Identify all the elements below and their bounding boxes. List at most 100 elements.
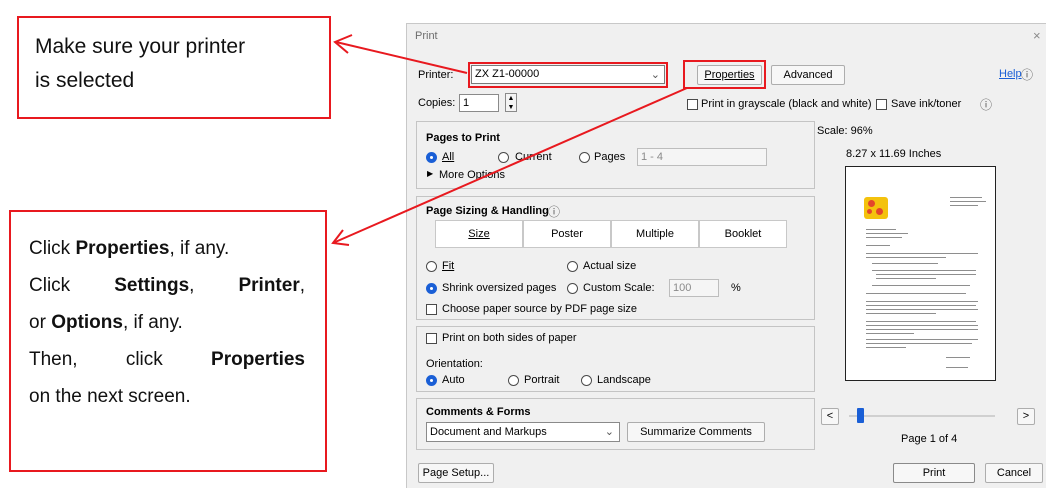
- pages-range-radio[interactable]: [579, 152, 590, 163]
- custom-scale-value: 100: [673, 282, 692, 294]
- page-indicator: Page 1 of 4: [901, 433, 958, 445]
- page-slider-track[interactable]: [849, 415, 995, 417]
- callout-emphasis-group: Settings,: [114, 267, 194, 304]
- copies-input-value: 1: [463, 97, 470, 109]
- duplex-panel: Print on both sides of paper Orientation…: [416, 326, 815, 392]
- tab-poster-label: Poster: [551, 228, 583, 240]
- more-options-toggle[interactable]: More Options: [439, 169, 505, 181]
- copies-input[interactable]: 1: [459, 94, 499, 112]
- orientation-auto-radio[interactable]: [426, 375, 437, 386]
- pages-range-value: 1 - 4: [641, 151, 664, 163]
- pages-current-label: Current: [515, 151, 552, 163]
- summarize-comments-label: Summarize Comments: [640, 426, 752, 438]
- advanced-button[interactable]: Advanced: [771, 65, 845, 85]
- pages-range-label: Pages: [594, 151, 626, 163]
- custom-scale-input[interactable]: 100: [669, 279, 719, 297]
- both-sides-label: Print on both sides of paper: [442, 332, 577, 344]
- arrowhead-icon: [333, 34, 353, 54]
- pages-all-radio[interactable]: [426, 152, 437, 163]
- paper-source-label: Choose paper source by PDF page size: [442, 303, 638, 315]
- shrink-radio[interactable]: [426, 283, 437, 294]
- pages-to-print-title: Pages to Print: [426, 132, 500, 144]
- paper-source-checkbox[interactable]: [426, 304, 437, 315]
- percent-label: %: [731, 282, 741, 294]
- pages-range-input[interactable]: 1 - 4: [637, 148, 767, 166]
- page-sizing-title: Page Sizing & Handling: [426, 205, 549, 217]
- preview-paper-size: 8.27 x 11.69 Inches: [846, 148, 942, 160]
- orientation-landscape-radio[interactable]: [581, 375, 592, 386]
- callout-text-line: on the next screen.: [29, 386, 191, 407]
- grayscale-label: Print in grayscale (black and white): [701, 98, 872, 110]
- printer-highlight-box: [468, 62, 668, 88]
- comments-select[interactable]: Document and Markups ⌄: [426, 422, 620, 442]
- pages-all-label: All: [442, 151, 455, 163]
- callout-text-line: Click Settings, Printer,: [29, 267, 315, 304]
- callout-text: , if any.: [169, 238, 230, 259]
- advanced-button-label: Advanced: [783, 69, 833, 81]
- callout-text-line: Make sure your printer: [35, 35, 246, 58]
- tab-poster[interactable]: Poster: [523, 220, 611, 248]
- printer-label: Printer:: [418, 69, 454, 81]
- page-slider-thumb[interactable]: [857, 408, 864, 423]
- page-setup-label: Page Setup...: [422, 467, 490, 479]
- callout-text: Then,: [29, 349, 78, 370]
- orientation-label: Orientation:: [426, 358, 483, 370]
- callout-emphasis: Printer: [238, 275, 300, 296]
- fit-radio[interactable]: [426, 261, 437, 272]
- close-icon[interactable]: ×: [1033, 28, 1041, 43]
- both-sides-checkbox[interactable]: [426, 333, 437, 344]
- sizing-tabs: Size Poster Multiple Booklet: [435, 220, 787, 248]
- fit-label: Fit: [442, 260, 455, 272]
- prev-page-button[interactable]: <: [821, 408, 839, 425]
- next-page-button[interactable]: >: [1017, 408, 1035, 425]
- summarize-comments-button[interactable]: Summarize Comments: [627, 422, 765, 442]
- callout-text-line: is selected: [35, 69, 135, 92]
- actual-size-radio[interactable]: [567, 261, 578, 272]
- help-link[interactable]: Help: [999, 68, 1022, 80]
- page-sizing-panel: Page Sizing & Handling ⓘ Size Poster Mul…: [416, 196, 815, 320]
- save-ink-checkbox[interactable]: [876, 99, 887, 110]
- chevron-down-icon: ⌄: [604, 426, 614, 438]
- tab-booklet[interactable]: Booklet: [699, 220, 787, 248]
- tab-size-label: Size: [468, 228, 490, 240]
- expand-triangle-icon[interactable]: ▶: [427, 169, 433, 178]
- callout-click-properties: Click Properties, if any. Click Settings…: [9, 210, 327, 472]
- orientation-auto-label: Auto: [442, 374, 465, 386]
- tab-multiple-label: Multiple: [636, 228, 674, 240]
- copies-label: Copies:: [418, 97, 456, 109]
- copies-stepper[interactable]: ▲ ▼: [505, 93, 517, 112]
- arrowhead-icon: [331, 229, 350, 246]
- page-setup-button[interactable]: Page Setup...: [418, 463, 494, 483]
- pages-to-print-panel: Pages to Print All Current Pages 1 - 4 ▶…: [416, 121, 815, 189]
- orientation-portrait-radio[interactable]: [508, 375, 519, 386]
- orientation-landscape-label: Landscape: [597, 374, 651, 386]
- actual-size-label: Actual size: [583, 260, 637, 272]
- page-preview-thumbnail: [845, 166, 996, 381]
- callout-text: ,: [299, 275, 305, 296]
- orientation-portrait-label: Portrait: [524, 374, 560, 386]
- custom-scale-radio[interactable]: [567, 283, 578, 294]
- pages-current-radio[interactable]: [498, 152, 509, 163]
- callout-emphasis: Options: [51, 312, 123, 333]
- info-icon[interactable]: ⓘ: [980, 96, 992, 113]
- callout-emphasis-group: Printer,: [238, 267, 305, 304]
- callout-emphasis: Settings: [114, 275, 190, 296]
- save-ink-label: Save ink/toner: [891, 98, 962, 110]
- tab-size[interactable]: Size: [435, 220, 523, 248]
- callout-text: ,: [189, 275, 195, 296]
- help-icon[interactable]: ⓘ: [1021, 66, 1033, 83]
- grayscale-checkbox[interactable]: [687, 99, 698, 110]
- print-button[interactable]: Print: [893, 463, 975, 483]
- tab-multiple[interactable]: Multiple: [611, 220, 699, 248]
- comments-panel: Comments & Forms Document and Markups ⌄ …: [416, 398, 815, 450]
- custom-scale-label: Custom Scale:: [583, 282, 655, 294]
- chevron-left-icon: <: [826, 410, 834, 422]
- print-button-label: Print: [922, 467, 946, 479]
- dialog-title: Print: [415, 30, 438, 42]
- callout-text: or: [29, 312, 52, 333]
- info-icon[interactable]: ⓘ: [548, 203, 560, 220]
- callout-emphasis: Properties: [75, 238, 170, 259]
- comments-title: Comments & Forms: [426, 406, 531, 418]
- cancel-button[interactable]: Cancel: [985, 463, 1043, 483]
- callout-select-printer: Make sure your printer is selected: [17, 16, 331, 119]
